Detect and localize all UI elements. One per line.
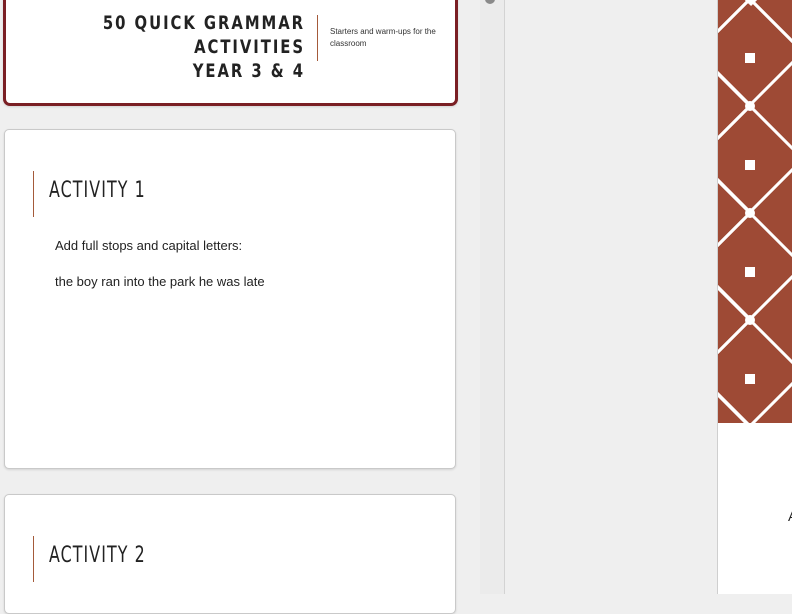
thumbnail-scrollbar[interactable] (480, 0, 505, 594)
slide-thumbnail-activity-1[interactable]: ACTIVITY 1 Add full stops and capital le… (4, 129, 456, 469)
slide-thumbnail-activity-2[interactable]: ACTIVITY 2 (4, 494, 456, 614)
title-accent-bar (33, 536, 34, 582)
slide-thumbnail-cover[interactable]: 50 QUICK GRAMMAR ACTIVITIES YEAR 3 & 4 S… (3, 0, 458, 106)
activity-1-sentence: the boy ran into the park he was late (55, 274, 265, 289)
activity-2-title: ACTIVITY 2 (49, 543, 146, 568)
activity-1-title: ACTIVITY 1 (49, 178, 146, 203)
main-slide-view[interactable]: A (717, 0, 792, 594)
cover-divider (317, 15, 318, 61)
cover-subtitle: Starters and warm-ups for the classroom (330, 27, 436, 48)
cover-title: 50 QUICK GRAMMAR ACTIVITIES YEAR 3 & 4 (72, 11, 305, 83)
scrollbar-thumb[interactable] (485, 0, 495, 4)
cover-title-line2: YEAR 3 & 4 (192, 60, 305, 82)
main-slide-text: A (788, 508, 792, 524)
diamond-pattern-image (718, 0, 792, 423)
slide-thumbnail-panel: 50 QUICK GRAMMAR ACTIVITIES YEAR 3 & 4 S… (0, 0, 480, 614)
cover-title-line1: 50 QUICK GRAMMAR ACTIVITIES (102, 12, 306, 58)
diamond-pattern-svg (718, 0, 792, 423)
title-accent-bar (33, 171, 34, 217)
activity-1-instruction: Add full stops and capital letters: (55, 238, 243, 253)
